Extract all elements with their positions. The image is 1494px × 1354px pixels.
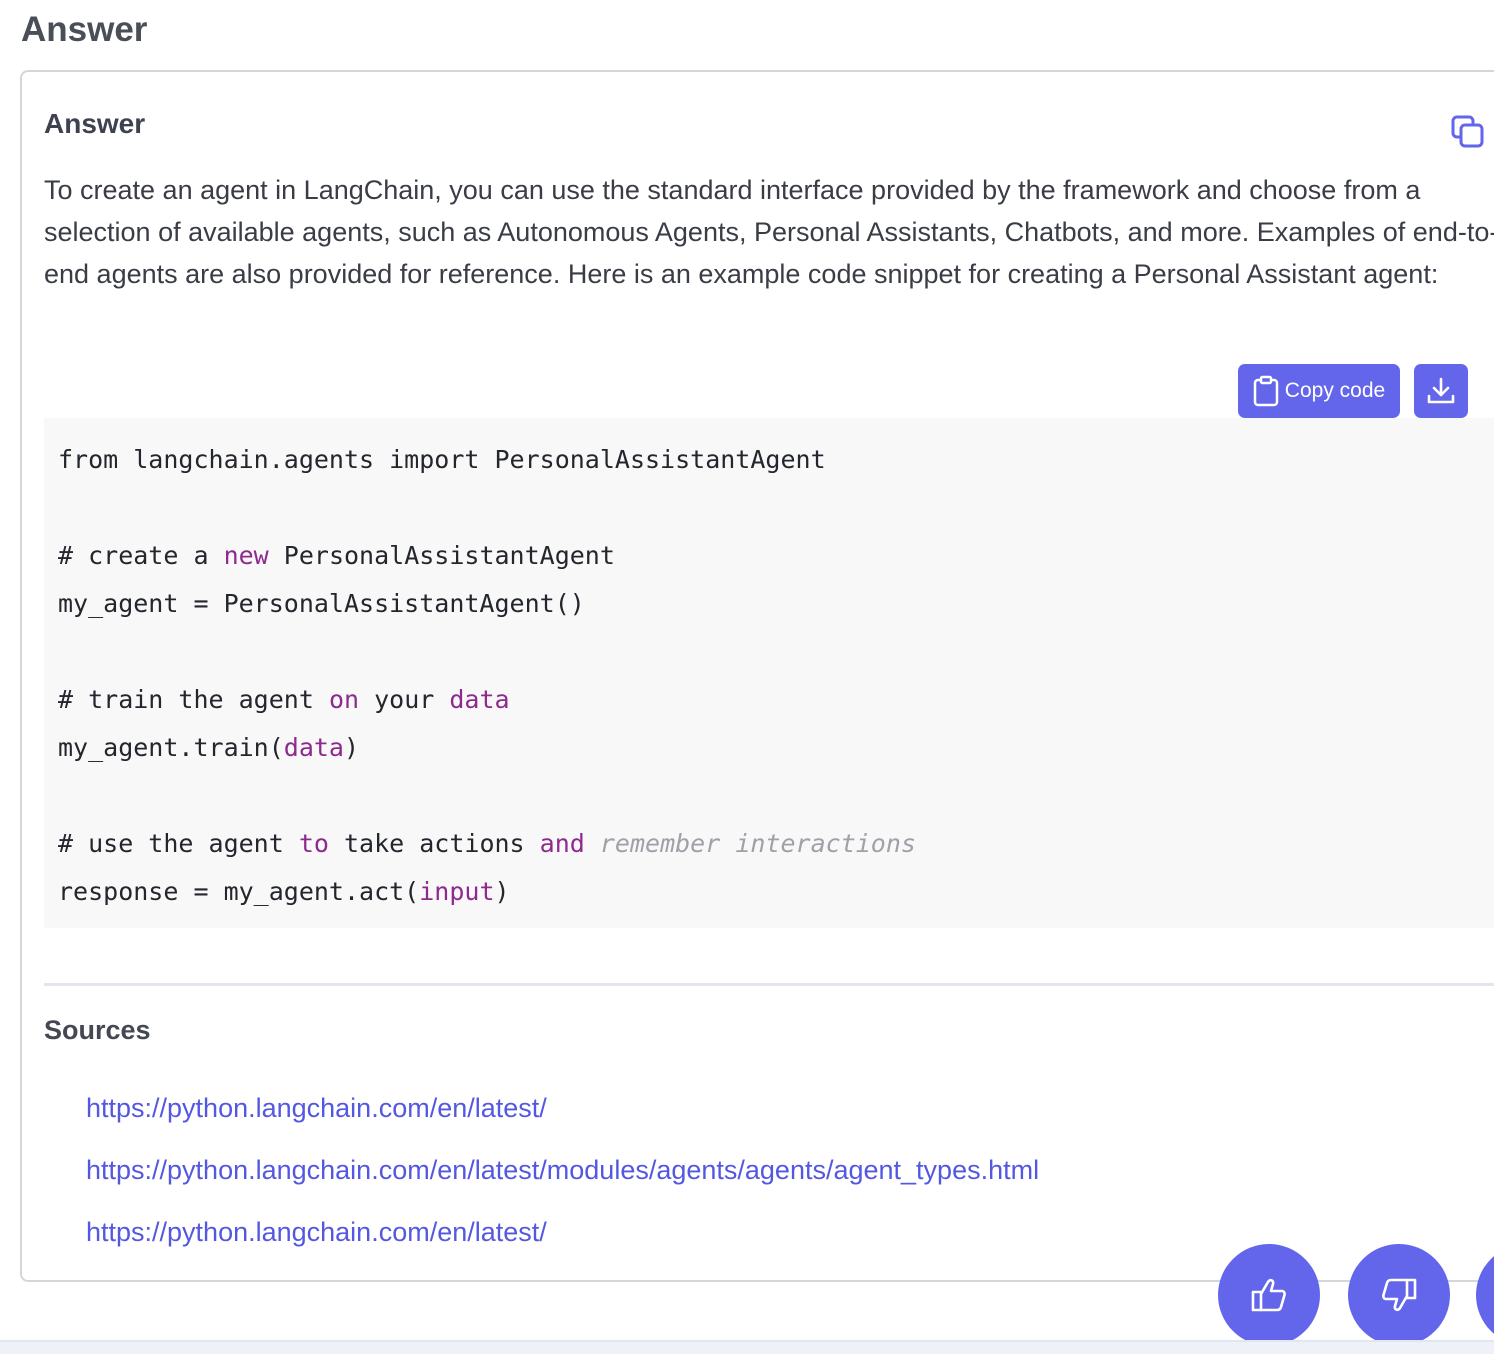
sources-list: https://python.langchain.com/en/latest/ … [86,1087,1039,1273]
code-keyword: data [449,685,510,714]
code-line: my_agent.train(data) [58,724,1494,772]
code-text: my_agent = PersonalAssistantAgent() [58,589,585,618]
code-text: my_agent.train( [58,733,284,762]
code-keyword: to [298,829,329,858]
code-text: ) [494,877,510,906]
sources-title: Sources [44,1015,151,1045]
code-line: from langchain.agents import PersonalAss… [58,436,1494,484]
code-text: # train the agent [58,685,329,714]
copy-code-label: Copy code [1284,379,1386,402]
page: Answer Answer To create an agent in Lang… [0,0,1494,1354]
code-text: # create a [58,541,224,570]
code-line: # train the agent on your data [58,676,1494,724]
code-keyword: on [328,685,360,714]
copy-answer-button[interactable] [1450,114,1486,150]
code-keyword: input [419,877,495,906]
thumbs-up-button[interactable] [1218,1244,1320,1346]
bottom-bar [0,1340,1494,1354]
thumbs-down-icon [1382,1278,1417,1312]
code-text: ) [344,733,360,762]
source-item: https://python.langchain.com/en/latest/m… [86,1149,1039,1211]
code-text: # use the agent [58,829,299,858]
download-code-button[interactable] [1414,364,1468,418]
code-line: my_agent = PersonalAssistantAgent() [58,580,1494,628]
code-line: # use the agent to take actions and reme… [58,820,1494,868]
code-block[interactable]: from langchain.agents import PersonalAss… [44,418,1494,928]
divider [44,983,1494,986]
code-italic-text: remember interactions [599,829,916,858]
answer-card-title: Answer [44,108,146,139]
thumbs-up-icon [1251,1278,1286,1312]
answer-card: Answer To create an agent in LangChain, … [20,70,1494,1282]
code-keyword: and [539,829,585,858]
page-title: Answer [21,10,148,49]
code-text: PersonalAssistantAgent [268,541,615,570]
thumbs-down-button[interactable] [1348,1244,1450,1346]
code-keyword: data [283,733,344,762]
code-text: take actions [328,829,540,858]
code-line: response = my_agent.act(input) [58,868,1494,916]
source-link[interactable]: https://python.langchain.com/en/latest/ [86,1217,547,1247]
answer-text: To create an agent in LangChain, you can… [44,175,1494,289]
source-item: https://python.langchain.com/en/latest/ [86,1211,1039,1273]
code-text: from langchain.agents import PersonalAss… [58,445,826,474]
source-item: https://python.langchain.com/en/latest/ [86,1087,1039,1149]
copy-code-button[interactable]: Copy code [1238,364,1400,418]
code-text: response = my_agent.act( [58,877,420,906]
download-icon [1427,377,1455,404]
clipboard-icon [1253,375,1279,407]
source-link[interactable]: https://python.langchain.com/en/latest/m… [86,1155,1039,1185]
code-text: your [359,685,450,714]
copy-icon [1451,115,1484,148]
code-keyword: new [223,541,269,570]
code-toolbar: Copy code [1238,364,1468,418]
source-link[interactable]: https://python.langchain.com/en/latest/ [86,1093,547,1123]
code-line: # create a new PersonalAssistantAgent [58,532,1494,580]
